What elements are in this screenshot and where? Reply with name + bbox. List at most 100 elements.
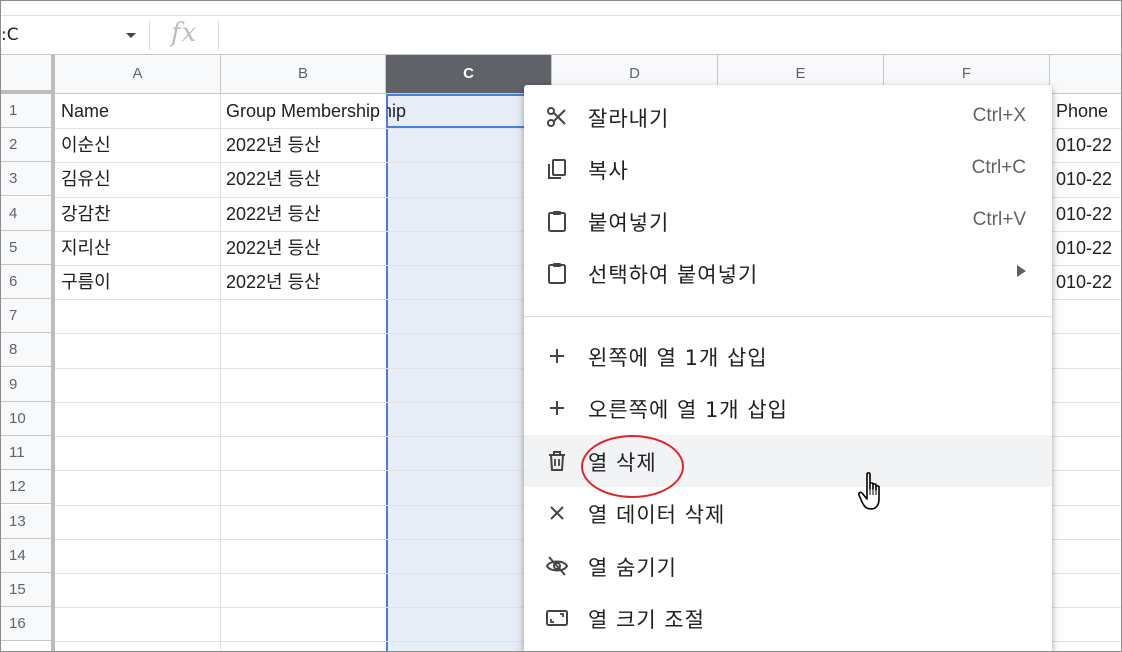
chevron-down-icon[interactable] — [126, 33, 136, 38]
row-header-13[interactable]: 13 — [1, 505, 55, 539]
menu-item-label: 왼쪽에 열 1개 삽입 — [588, 346, 768, 370]
row-number: 16 — [9, 615, 26, 632]
row-header-6[interactable]: 6 — [1, 265, 55, 299]
shortcut-label: Ctrl+V — [972, 209, 1026, 230]
column-letter: A — [132, 65, 143, 82]
row-header-16[interactable]: 16 — [1, 607, 55, 641]
row-number: 6 — [9, 273, 18, 290]
spreadsheet-window: :C fx A B C D E F 1 2 3 4 5 6 7 8 9 10 1… — [0, 0, 1122, 652]
cell-b4[interactable]: 2022년 등산 — [226, 197, 321, 231]
menu-item-paste-special[interactable]: 선택하여 붙여넣기 — [524, 247, 1052, 299]
row-header-1[interactable]: 1 — [1, 94, 55, 128]
name-box[interactable]: :C — [1, 16, 146, 55]
formula-bar: :C fx — [1, 15, 1121, 55]
divider — [218, 21, 219, 50]
shortcut-label: Ctrl+C — [971, 157, 1026, 178]
cell-a3[interactable]: 김유신 — [61, 162, 111, 196]
cell-g5[interactable]: 010-22 — [1056, 231, 1112, 265]
row-header-5[interactable]: 5 — [1, 231, 55, 265]
row-header-11[interactable]: 11 — [1, 436, 55, 470]
copy-icon — [548, 159, 566, 179]
shortcut-label: Ctrl+X — [972, 105, 1026, 126]
row-header-4[interactable]: 4 — [1, 197, 55, 231]
menu-item-clear-column[interactable]: 열 데이터 삭제 — [524, 487, 1052, 539]
cell-g6[interactable]: 010-22 — [1056, 265, 1112, 299]
overflow-text: Group Membership — [387, 101, 407, 121]
column-header-b[interactable]: B — [221, 55, 386, 93]
formula-input[interactable] — [221, 16, 1121, 55]
row-header-3[interactable]: 3 — [1, 162, 55, 196]
row-header-14[interactable]: 14 — [1, 539, 55, 573]
select-all-corner[interactable] — [1, 55, 55, 94]
row-number: 4 — [9, 205, 18, 222]
context-menu: 잘라내기 Ctrl+X 복사 Ctrl+C 붙여넣기 Ctrl+V 선택하여 붙… — [524, 85, 1052, 651]
row-number: 11 — [9, 444, 25, 461]
row-header-9[interactable]: 9 — [1, 368, 55, 402]
resize-icon — [546, 610, 568, 626]
cell-g1[interactable]: Phone — [1056, 94, 1108, 128]
column-header-g[interactable] — [1050, 55, 1121, 93]
row-number: 10 — [9, 410, 26, 427]
row-header-15[interactable]: 15 — [1, 573, 55, 607]
cell-b1[interactable]: Group Membership — [226, 94, 380, 128]
cell-g2[interactable]: 010-22 — [1056, 128, 1112, 162]
row-header-8[interactable]: 8 — [1, 333, 55, 367]
menu-item-label: 열 데이터 삭제 — [588, 503, 726, 527]
menu-item-label: 잘라내기 — [588, 107, 670, 131]
cell-c1-overflow: Group Membership — [387, 94, 526, 128]
menu-item-label: 선택하여 붙여넣기 — [588, 263, 759, 287]
menu-item-resize-column[interactable]: 열 크기 조절 — [524, 592, 1052, 644]
row-header-2[interactable]: 2 — [1, 128, 55, 162]
row-header-12[interactable]: 12 — [1, 470, 55, 504]
column-letter: F — [961, 65, 972, 82]
menu-item-insert-right[interactable]: 오른쪽에 열 1개 삽입 — [524, 382, 1052, 434]
cell-g3[interactable]: 010-22 — [1056, 162, 1112, 196]
row-number: 5 — [9, 239, 18, 256]
menu-item-label: 복사 — [588, 159, 629, 183]
menu-item-hide-column[interactable]: 열 숨기기 — [524, 540, 1052, 592]
clipboard-icon — [548, 211, 566, 232]
column-letter: E — [795, 65, 806, 82]
row-number: 8 — [9, 341, 18, 358]
cell-g4[interactable]: 010-22 — [1056, 197, 1112, 231]
row-number: 1 — [9, 102, 18, 119]
column-letter: C — [463, 65, 474, 82]
menu-item-label: 오른쪽에 열 1개 삽입 — [588, 398, 788, 422]
row-number: 3 — [9, 170, 18, 187]
menu-item-label: 열 크기 조절 — [588, 608, 705, 632]
trash-icon — [549, 451, 565, 471]
annotation-circle — [581, 435, 684, 498]
frozen-divider[interactable] — [51, 94, 55, 651]
eye-off-icon — [545, 556, 569, 576]
column-header-a[interactable]: A — [55, 55, 221, 93]
divider — [149, 21, 150, 50]
hand-cursor-icon — [857, 472, 880, 510]
menu-item-paste[interactable]: 붙여넣기 Ctrl+V — [524, 195, 1052, 247]
menu-item-insert-left[interactable]: 왼쪽에 열 1개 삽입 — [524, 330, 1052, 382]
menu-item-label: 열 숨기기 — [588, 556, 677, 580]
cell-b3[interactable]: 2022년 등산 — [226, 162, 321, 196]
cell-a5[interactable]: 지리산 — [61, 231, 111, 265]
row-header-7[interactable]: 7 — [1, 299, 55, 333]
row-header-10[interactable]: 10 — [1, 402, 55, 436]
plus-icon — [550, 349, 564, 363]
row-number: 2 — [9, 136, 18, 153]
menu-item-copy[interactable]: 복사 Ctrl+C — [524, 143, 1052, 195]
cell-b2[interactable]: 2022년 등산 — [226, 128, 321, 162]
cell-b6[interactable]: 2022년 등산 — [226, 265, 321, 299]
cell-a2[interactable]: 이순신 — [61, 128, 111, 162]
cell-a4[interactable]: 강감찬 — [61, 197, 111, 231]
row-number: 15 — [9, 581, 26, 598]
cell-a1[interactable]: Name — [61, 94, 109, 128]
menu-item-cut[interactable]: 잘라내기 Ctrl+X — [524, 91, 1052, 143]
plus-icon — [550, 401, 564, 415]
close-icon — [550, 506, 564, 520]
cell-b5[interactable]: 2022년 등산 — [226, 231, 321, 265]
submenu-arrow-icon — [1017, 265, 1026, 277]
grid-line — [220, 94, 221, 651]
row-number: 9 — [9, 376, 18, 393]
menu-item-label: 붙여넣기 — [588, 211, 670, 235]
column-letter: D — [629, 65, 640, 82]
cell-a6[interactable]: 구름이 — [61, 265, 111, 299]
scissors-icon — [547, 107, 566, 127]
